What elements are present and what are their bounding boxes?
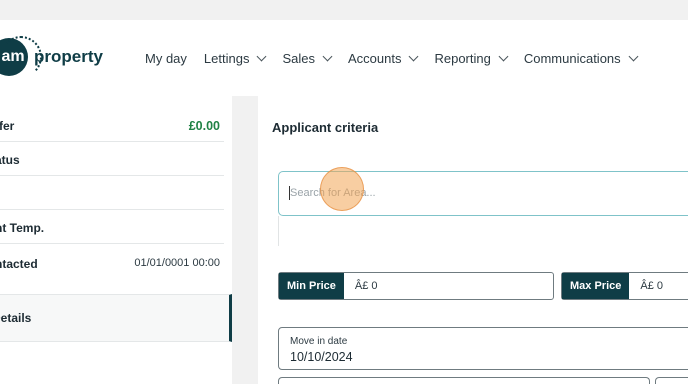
chevron-down-icon (628, 51, 639, 62)
sidebar-row-temp: nt Temp. (0, 210, 224, 244)
nav-label: Communications (523, 51, 621, 66)
section-title: Applicant criteria (272, 120, 379, 135)
nav-sales[interactable]: Sales (282, 51, 333, 66)
nav-accounts[interactable]: Accounts (347, 51, 419, 66)
nav-label: Lettings (203, 51, 250, 66)
min-price-value: Â£ 0 (354, 280, 378, 292)
sidebar-row-offer: ffer £0.00 (0, 108, 224, 142)
nav-reporting[interactable]: Reporting (434, 51, 509, 66)
offer-value: £0.00 (188, 119, 220, 133)
logo[interactable]: am property (0, 36, 103, 78)
nav-label: Sales (282, 51, 315, 66)
chevron-down-icon (498, 51, 509, 62)
move-in-value: 10/10/2024 (290, 350, 353, 364)
nav-label: Reporting (434, 51, 491, 66)
chevron-down-icon (409, 51, 419, 62)
sidebar-row-label: atus (0, 153, 20, 167)
sidebar-row-empty (0, 176, 224, 210)
sidebar-row-label: nt Temp. (0, 221, 45, 235)
next-field[interactable] (278, 377, 650, 384)
dropdown-edge (278, 216, 279, 246)
sidebar-item-label: Details (0, 311, 32, 325)
move-in-date-field[interactable]: Move in date 10/10/2024 (278, 327, 688, 370)
sidebar-item-details[interactable]: Details (0, 294, 232, 342)
sidebar-row-label: ntacted (0, 257, 38, 271)
chevron-down-icon (257, 51, 267, 62)
next-field-secondary[interactable] (655, 377, 688, 384)
max-price-label: Max Price (562, 273, 630, 299)
sidebar-row-label: ffer (0, 119, 15, 133)
top-strip (0, 0, 688, 20)
top-navbar: am property My day Lettings Sales Accoun… (0, 20, 688, 96)
main-panel: Applicant criteria Search for Area... Mi… (258, 96, 688, 384)
sidebar-row-contacted: ntacted 01/01/0001 00:00 (0, 246, 224, 282)
move-in-label: Move in date (290, 336, 348, 347)
nav-lettings[interactable]: Lettings (203, 51, 267, 66)
min-price-field[interactable]: Min Price Â£ 0 (278, 272, 554, 300)
max-price-value: Â£ 0 (640, 280, 664, 292)
nav-communications[interactable]: Communications (523, 51, 639, 66)
max-price-field[interactable]: Max Price Â£ 0 (561, 272, 688, 300)
main-nav: My day Lettings Sales Accounts Reporting… (145, 51, 654, 66)
nav-label: Accounts (347, 51, 402, 66)
click-indicator (320, 167, 364, 211)
nav-my-day[interactable]: My day (145, 51, 187, 66)
sidebar-row-status: atus (0, 142, 224, 176)
chevron-down-icon (322, 51, 333, 62)
min-price-label: Min Price (279, 273, 344, 299)
logo-dots (0, 36, 42, 78)
last-contacted-value: 01/01/0001 00:00 (134, 257, 220, 269)
nav-label: My day (145, 51, 187, 66)
logo-word: property (34, 47, 103, 66)
sidebar: ffer £0.00 atus nt Temp. ntacted 01/01/0… (0, 96, 232, 384)
